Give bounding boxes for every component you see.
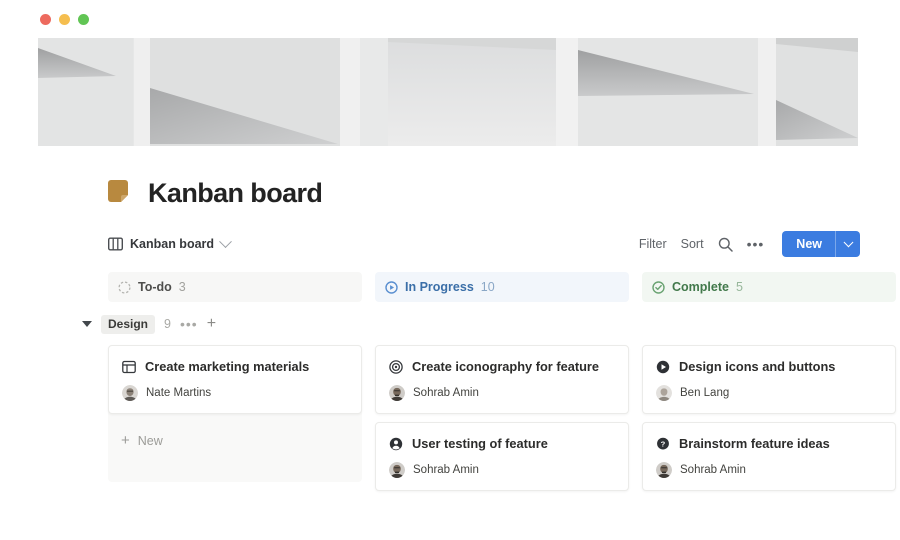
card-title: Brainstorm feature ideas <box>679 436 830 451</box>
column-title: Complete <box>672 280 729 294</box>
folded-document-icon <box>108 180 128 202</box>
caret-down-icon[interactable] <box>82 321 92 327</box>
board-toolbar: Kanban board Filter Sort ••• New <box>108 229 860 259</box>
board-column-todo: To-do 3 Design 9 ••• + Create marketing … <box>82 272 362 491</box>
view-switcher-kanban-board[interactable]: Kanban board <box>108 234 232 251</box>
avatar <box>122 385 138 401</box>
card-assignee[interactable]: Sohrab Amin <box>389 462 615 478</box>
assignee-name: Sohrab Amin <box>680 464 746 476</box>
new-button-label: New <box>796 237 822 251</box>
toolbar-actions: Filter Sort ••• New <box>639 231 860 257</box>
card[interactable]: Create iconography for feature Sohrab Am… <box>375 345 629 414</box>
page-title: Kanban board <box>148 178 323 208</box>
board-column-complete: Complete 5 Design icons and buttons Ben … <box>642 272 896 491</box>
column-header-in-progress[interactable]: In Progress 10 <box>375 272 629 302</box>
group-more-icon[interactable]: ••• <box>180 317 198 331</box>
assignee-name: Sohrab Amin <box>413 387 479 399</box>
cover-image[interactable] <box>38 38 858 146</box>
window-close-button[interactable] <box>40 13 51 25</box>
avatar <box>389 385 405 401</box>
column-cards-complete: Design icons and buttons Ben Lang ? Brai… <box>642 345 896 491</box>
svg-text:?: ? <box>661 439 666 448</box>
group-row-design: Design 9 ••• + <box>82 312 362 336</box>
card-title: Create iconography for feature <box>412 359 600 374</box>
column-count: 10 <box>480 280 495 294</box>
question-circle-icon: ? <box>657 437 669 449</box>
play-circle-filled-icon <box>656 360 670 373</box>
avatar <box>656 385 672 401</box>
check-circle-icon <box>652 280 665 294</box>
sort-button[interactable]: Sort <box>681 237 704 251</box>
column-count: 3 <box>178 280 186 294</box>
search-icon[interactable] <box>718 237 733 252</box>
column-cards-in-progress: Create iconography for feature Sohrab Am… <box>375 345 629 491</box>
more-options-icon[interactable]: ••• <box>747 237 765 251</box>
card-title-row: Create marketing materials <box>122 359 348 374</box>
browser-window-icon <box>122 360 136 373</box>
window-maximize-button[interactable] <box>78 13 89 25</box>
avatar <box>389 462 405 478</box>
board-columns-icon <box>108 237 123 251</box>
column-title: To-do <box>138 280 172 294</box>
card[interactable]: ? Brainstorm feature ideas Sohrab Amin <box>642 422 896 491</box>
chevron-down-icon[interactable] <box>219 234 232 248</box>
column-title: In Progress <box>405 280 474 294</box>
board-column-in-progress: In Progress 10 Create iconography for fe… <box>375 272 629 491</box>
card-title-row: ? Brainstorm feature ideas <box>656 436 882 451</box>
column-cards-todo: Create marketing materials Nate Martins <box>108 345 362 482</box>
group-row-spacer <box>642 312 896 345</box>
add-card-button-todo[interactable]: + New <box>108 422 362 448</box>
group-label[interactable]: Design <box>101 314 156 334</box>
card[interactable]: Design icons and buttons Ben Lang <box>642 345 896 414</box>
add-card-label: New <box>137 433 163 448</box>
assignee-name: Ben Lang <box>680 387 730 399</box>
assignee-name: Nate Martins <box>146 387 212 399</box>
avatar <box>656 462 672 478</box>
group-row-spacer <box>375 312 629 345</box>
column-header-todo[interactable]: To-do 3 <box>108 272 362 302</box>
card-title: Create marketing materials <box>145 359 310 374</box>
play-circle-outline-icon <box>385 280 398 294</box>
card-assignee[interactable]: Sohrab Amin <box>389 385 615 401</box>
card-assignee[interactable]: Ben Lang <box>656 385 882 401</box>
card-title-row: Create iconography for feature <box>389 359 615 374</box>
filter-button[interactable]: Filter <box>639 237 667 251</box>
column-header-complete[interactable]: Complete 5 <box>642 272 896 302</box>
card[interactable]: Create marketing materials Nate Martins <box>108 345 362 414</box>
plus-icon: + <box>121 432 130 449</box>
chevron-down-icon <box>843 236 853 247</box>
person-filled-icon <box>389 437 403 450</box>
new-button[interactable]: New <box>782 231 860 257</box>
window-titlebar <box>0 0 900 38</box>
column-count: 5 <box>735 280 743 294</box>
cover-artwork <box>38 38 858 146</box>
target-icon <box>389 359 403 374</box>
card-title-row: User testing of feature <box>389 436 615 451</box>
view-switcher-label: Kanban board <box>130 237 215 251</box>
card-assignee[interactable]: Sohrab Amin <box>656 462 882 478</box>
group-count: 9 <box>164 317 171 331</box>
card-title-row: Design icons and buttons <box>656 359 882 374</box>
card-title: User testing of feature <box>412 436 548 451</box>
page-header: Kanban board <box>108 180 900 207</box>
card[interactable]: User testing of feature Sohrab Amin <box>375 422 629 491</box>
dashed-circle-icon <box>118 280 131 294</box>
card-title: Design icons and buttons <box>679 359 836 374</box>
kanban-board: To-do 3 Design 9 ••• + Create marketing … <box>82 272 900 491</box>
card-assignee[interactable]: Nate Martins <box>122 385 348 401</box>
assignee-name: Sohrab Amin <box>413 464 479 476</box>
group-add-icon[interactable]: + <box>207 316 216 332</box>
new-button-dropdown[interactable] <box>835 231 860 257</box>
page-content: Kanban board Kanban board Filter Sort ••… <box>0 146 900 491</box>
window-minimize-button[interactable] <box>59 13 70 25</box>
